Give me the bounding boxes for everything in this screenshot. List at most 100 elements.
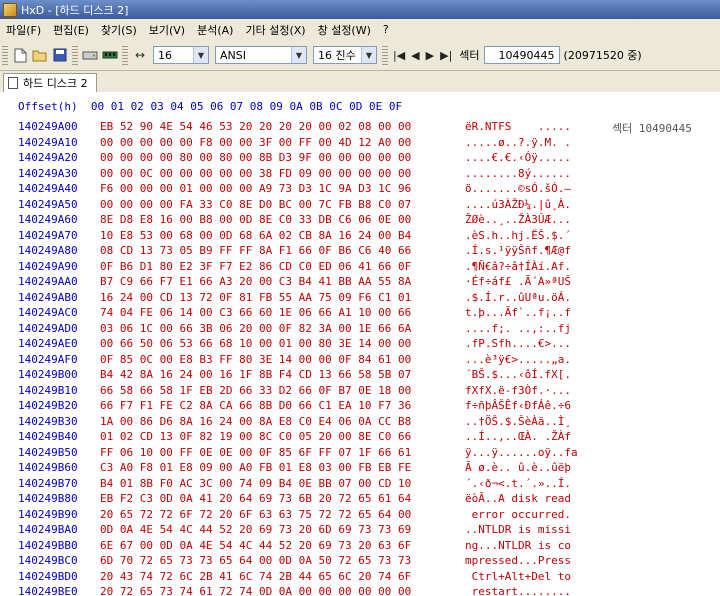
row-offset: 140249BA0 xyxy=(18,523,78,536)
number-base-select[interactable]: 16 진수 ▼ xyxy=(313,46,377,64)
new-file-icon[interactable] xyxy=(11,46,29,64)
row-hex-bytes[interactable]: EB F2 C3 0D 0A 41 20 64 69 73 6B 20 72 6… xyxy=(100,492,411,505)
row-hex-bytes[interactable]: 20 43 74 72 6C 2B 41 6C 74 2B 44 65 6C 2… xyxy=(100,570,411,583)
row-hex-bytes[interactable]: 10 E8 53 00 68 00 0D 68 6A 02 CB 8A 16 2… xyxy=(100,229,411,242)
open-folder-icon[interactable] xyxy=(31,46,49,64)
row-text[interactable]: ·Éf÷áf£ .Ã´A»ªUŠ xyxy=(465,275,571,288)
row-text[interactable]: ng...NTLDR is co xyxy=(465,539,571,552)
open-disk-icon[interactable] xyxy=(81,46,99,64)
menu-edit[interactable]: 편집(E) xyxy=(47,22,95,38)
row-hex-bytes[interactable]: 66 F7 F1 FE C2 8A CA 66 8B D0 66 C1 EA 1… xyxy=(100,399,411,412)
menu-extras[interactable]: 기타 설정(X) xyxy=(239,22,311,38)
previous-sector-icon[interactable]: ◀ xyxy=(411,49,419,62)
hex-editor-view[interactable]: Offset(h) 00 01 02 03 04 05 06 07 08 09 … xyxy=(0,92,720,596)
row-text[interactable]: .....ø..?.ÿ.M. . xyxy=(465,136,571,149)
row-hex-bytes[interactable]: 00 00 00 00 80 00 80 00 8B D3 9F 00 00 0… xyxy=(100,151,411,164)
row-hex-bytes[interactable]: 66 58 66 58 1F EB 2D 66 33 D2 66 0F B7 0… xyxy=(100,384,411,397)
row-hex-bytes[interactable]: B7 C9 66 F7 E1 66 A3 20 00 C3 B4 41 BB A… xyxy=(100,275,411,288)
row-hex-bytes[interactable]: 20 72 65 73 74 61 72 74 0D 0A 00 00 00 0… xyxy=(100,585,411,596)
window-title: HxD - [하드 디스크 2] xyxy=(21,3,129,17)
charset-select[interactable]: ANSI ▼ xyxy=(215,46,307,64)
row-offset: 140249A40 xyxy=(18,182,78,195)
row-text[interactable]: ..†ÖŠ.$.ŠèÀä..Ì¸ xyxy=(465,415,571,428)
row-text[interactable]: fXfX.ë-f3Òf.·... xyxy=(465,384,571,397)
row-hex-bytes[interactable]: 6E 67 00 0D 0A 4E 54 4C 44 52 20 69 73 2… xyxy=(100,539,411,552)
row-hex-bytes[interactable]: 00 00 00 00 FA 33 C0 8E D0 BC 00 7C FB B… xyxy=(100,198,411,211)
row-hex-bytes[interactable]: EB 52 90 4E 54 46 53 20 20 20 20 00 02 0… xyxy=(100,120,411,133)
sector-annotation-value: 10490445 xyxy=(638,122,692,135)
row-text[interactable]: .fP.Sfh....€>... xyxy=(465,337,571,350)
row-text[interactable]: ŽØè..¸..ŽÀ3ÛÆ... xyxy=(465,213,571,226)
row-hex-bytes[interactable]: 8E D8 E8 16 00 B8 00 0D 8E C0 33 DB C6 0… xyxy=(100,213,411,226)
row-text[interactable]: ëR.NTFS ..... xyxy=(465,120,571,133)
row-hex-bytes[interactable]: 03 06 1C 00 66 3B 06 20 00 0F 82 3A 00 1… xyxy=(100,322,411,335)
row-text[interactable]: t.þ...Ãf`..f¡..f xyxy=(465,306,571,319)
row-hex-bytes[interactable]: 08 CD 13 73 05 B9 FF FF 8A F1 66 0F B6 C… xyxy=(100,244,411,257)
row-text[interactable]: .$.Í.r..ûUªu.öÁ. xyxy=(465,291,571,304)
sector-input[interactable]: 10490445 xyxy=(483,46,560,64)
row-hex-bytes[interactable]: 0D 0A 4E 54 4C 44 52 20 69 73 20 6D 69 7… xyxy=(100,523,411,536)
chevron-down-icon[interactable]: ▼ xyxy=(361,47,376,63)
row-hex-bytes[interactable]: 6D 70 72 65 73 73 65 64 00 0D 0A 50 72 6… xyxy=(100,554,411,567)
chevron-down-icon[interactable]: ▼ xyxy=(193,47,208,63)
row-text[interactable]: .èS.h..hj.ËŠ.$.´ xyxy=(465,229,571,242)
row-text[interactable]: ö.......©sÓ.šÓ.– xyxy=(465,182,571,195)
row-text[interactable]: f÷ñþÂŠÊf‹ÐfÁê.÷6 xyxy=(465,399,571,412)
row-text[interactable]: Ã ø.è.. û.è..ûëþ xyxy=(465,461,571,474)
row-text[interactable]: restart........ xyxy=(465,585,571,596)
row-hex-bytes[interactable]: 00 00 00 00 00 F8 00 00 3F 00 FF 00 4D 1… xyxy=(100,136,411,149)
row-text[interactable]: ..NTLDR is missi xyxy=(465,523,571,536)
row-hex-bytes[interactable]: 00 00 0C 00 00 00 00 00 38 FD 09 00 00 0… xyxy=(100,167,411,180)
menu-window[interactable]: 창 설정(W) xyxy=(312,22,377,38)
row-hex-bytes[interactable]: FF 06 10 00 FF 0E 0E 00 0F 85 6F FF 07 1… xyxy=(100,446,411,459)
chevron-down-icon[interactable]: ▼ xyxy=(291,47,306,63)
row-text[interactable]: Ctrl+Alt+Del to xyxy=(465,570,571,583)
row-hex-bytes[interactable]: B4 01 8B F0 AC 3C 00 74 09 B4 0E BB 07 0… xyxy=(100,477,411,490)
row-offset: 140249A20 xyxy=(18,151,78,164)
open-ram-icon[interactable] xyxy=(101,46,119,64)
menu-analysis[interactable]: 분석(A) xyxy=(191,22,239,38)
tab-hard-disk-2[interactable]: 하드 디스크 2 xyxy=(3,73,97,92)
row-text[interactable]: .¶Ñ€â?÷â†ÍÀí.Af. xyxy=(465,260,571,273)
row-text[interactable]: ........8ý...... xyxy=(465,167,571,180)
row-hex-bytes[interactable]: 16 24 00 CD 13 72 0F 81 FB 55 AA 75 09 F… xyxy=(100,291,411,304)
next-sector-icon[interactable]: ▶ xyxy=(426,49,434,62)
row-hex-bytes[interactable]: 00 66 50 06 53 66 68 10 00 01 00 80 3E 1… xyxy=(100,337,411,350)
row-text[interactable]: ÿ...ÿ......oÿ..fa xyxy=(465,446,578,459)
bytes-per-row-icon: ↔ xyxy=(134,48,146,62)
menu-file[interactable]: 파일(F) xyxy=(0,22,47,38)
bytes-per-row-select[interactable]: 16 ▼ xyxy=(153,46,209,64)
row-text[interactable]: ´.‹ð¬<.t.´.»..Í. xyxy=(465,477,571,490)
row-text[interactable]: mpressed...Press xyxy=(465,554,571,567)
row-hex-bytes[interactable]: 74 04 FE 06 14 00 C3 66 60 1E 06 66 A1 1… xyxy=(100,306,411,319)
row-hex-bytes[interactable]: 0F 85 0C 00 E8 B3 FF 80 3E 14 00 00 0F 8… xyxy=(100,353,411,366)
row-text[interactable]: ....€.€.‹Óÿ..... xyxy=(465,151,571,164)
last-sector-icon[interactable]: ▶| xyxy=(440,49,452,62)
row-hex-bytes[interactable]: F6 00 00 00 01 00 00 00 A9 73 D3 1C 9A D… xyxy=(100,182,411,195)
row-hex-bytes[interactable]: 20 65 72 72 6F 72 20 6F 63 63 75 72 72 6… xyxy=(100,508,411,521)
first-sector-icon[interactable]: |◀ xyxy=(393,49,405,62)
row-hex-bytes[interactable]: 0F B6 D1 80 E2 3F F7 E2 86 CD C0 ED 06 4… xyxy=(100,260,411,273)
row-offset: 140249B20 xyxy=(18,399,78,412)
row-hex-bytes[interactable]: 1A 00 86 D6 8A 16 24 00 8A E8 C0 E4 06 0… xyxy=(100,415,411,428)
row-hex-bytes[interactable]: B4 42 8A 16 24 00 16 1F 8B F4 CD 13 66 5… xyxy=(100,368,411,381)
menu-bar: 파일(F) 편집(E) 찾기(S) 보기(V) 분석(A) 기타 설정(X) 창… xyxy=(0,19,720,40)
row-text[interactable]: ´BŠ.$...‹ôÍ.fX[. xyxy=(465,368,571,381)
row-offset: 140249A00 xyxy=(18,120,78,133)
row-hex-bytes[interactable]: 01 02 CD 13 0F 82 19 00 8C C0 05 20 00 8… xyxy=(100,430,411,443)
row-text[interactable]: .Í.s.¹ÿÿŠñf.¶Æ@f xyxy=(465,244,571,257)
row-text[interactable]: ..Í..‚..ŒÀ. .ŽÀf xyxy=(465,430,571,443)
bytes-per-row-value: 16 xyxy=(158,48,172,62)
menu-search[interactable]: 찾기(S) xyxy=(95,22,143,38)
row-hex-bytes[interactable]: C3 A0 F8 01 E8 09 00 A0 FB 01 E8 03 00 F… xyxy=(100,461,411,474)
save-icon[interactable] xyxy=(51,46,69,64)
menu-view[interactable]: 보기(V) xyxy=(143,22,191,38)
menu-help[interactable]: ? xyxy=(377,23,395,36)
column-header: Offset(h) 00 01 02 03 04 05 06 07 08 09 … xyxy=(18,100,402,113)
row-text[interactable]: ....f;. ..‚:..fj xyxy=(465,322,571,335)
row-text[interactable]: ....ú3ÀŽÐ¼.|û¸À. xyxy=(465,198,571,211)
row-text[interactable]: ...è³ÿ€>.....„a. xyxy=(465,353,571,366)
row-text[interactable]: ëòÃ..A disk read xyxy=(465,492,571,505)
row-text[interactable]: error occurred. xyxy=(465,508,571,521)
row-offset: 140249BC0 xyxy=(18,554,78,567)
